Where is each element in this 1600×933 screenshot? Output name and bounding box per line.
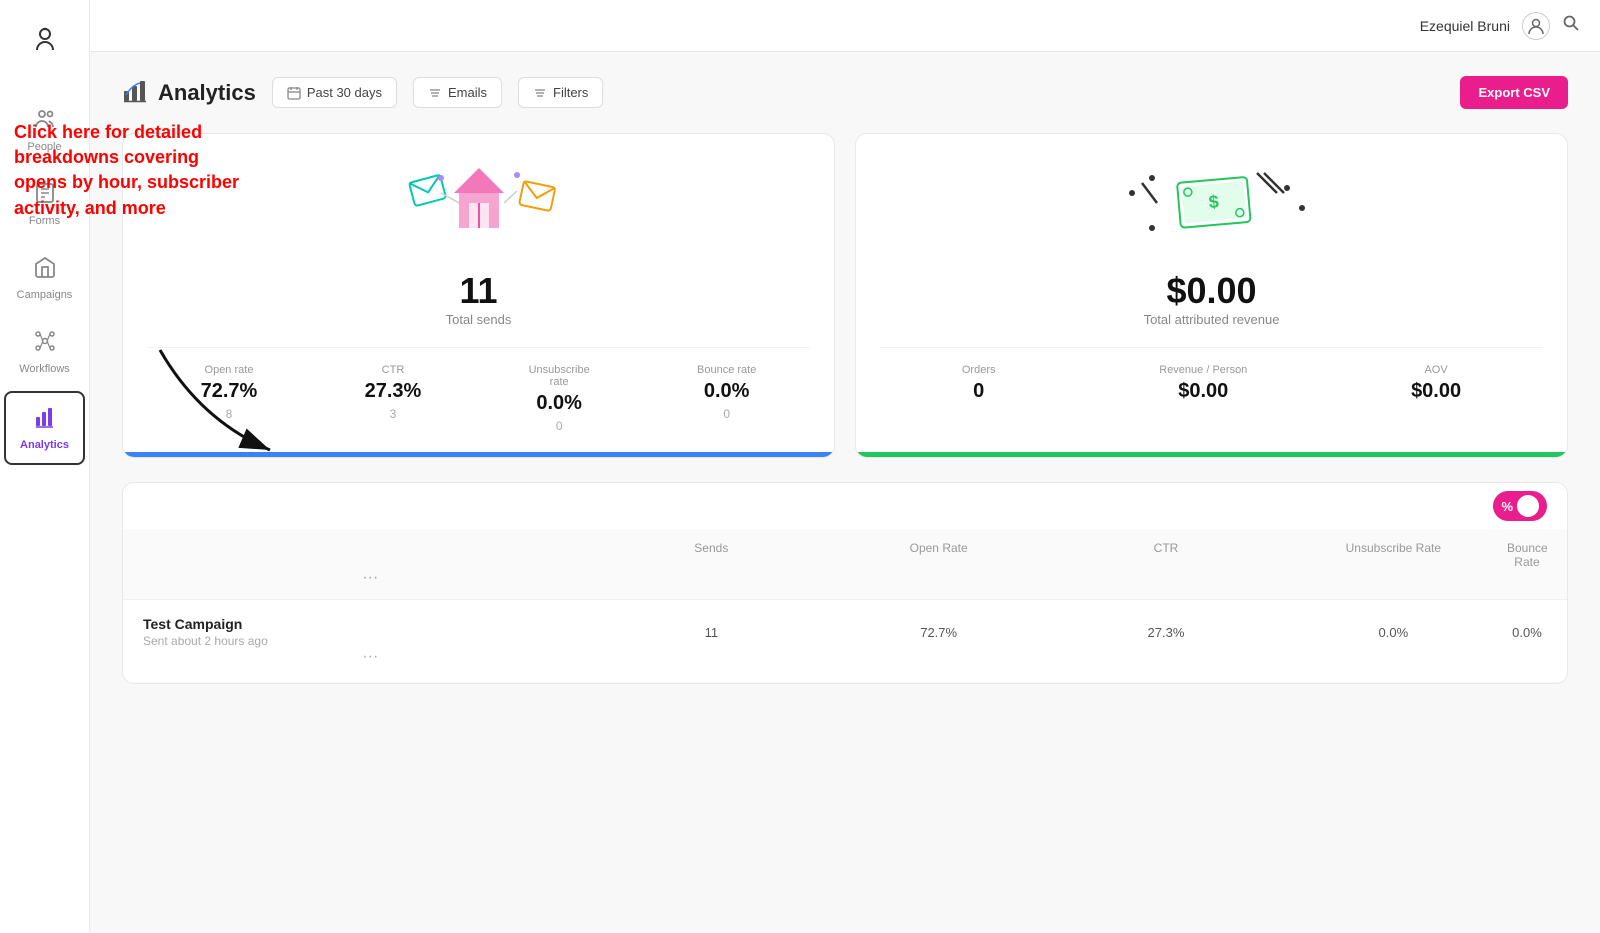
unsub-label: Unsubscriberate: [529, 364, 590, 388]
stat-revenue-per-person: Revenue / Person $0.00: [1159, 364, 1247, 403]
sidebar-item-workflows[interactable]: Workflows: [0, 317, 89, 387]
row-open-rate: 72.7%: [825, 625, 1052, 640]
percentage-toggle[interactable]: %: [1493, 491, 1547, 521]
page-header: Analytics Past 30 days Emails: [122, 76, 1568, 109]
content-area: Analytics Past 30 days Emails: [90, 52, 1600, 933]
row-bounce-rate: 0.0%: [1507, 625, 1547, 640]
svg-text:$: $: [1207, 191, 1219, 212]
date-filter-button[interactable]: Past 30 days: [272, 77, 397, 108]
aov-label: AOV: [1424, 364, 1447, 376]
stat-bounce: Bounce rate 0.0% 0: [697, 364, 756, 433]
people-icon: [33, 107, 57, 137]
sends-illustration: [147, 158, 810, 258]
open-rate-value: 72.7%: [201, 380, 258, 403]
unsub-sub: 0: [556, 419, 563, 433]
ctr-value: 27.3%: [365, 380, 422, 403]
toggle-label: %: [1501, 499, 1513, 514]
unsub-value: 0.0%: [536, 392, 582, 415]
toggle-area: %: [123, 483, 1567, 529]
open-rate-label: Open rate: [205, 364, 254, 376]
toggle-knob: [1517, 495, 1539, 517]
sidebar-logo: [27, 20, 63, 63]
sidebar: People Forms Campaigns: [0, 0, 90, 933]
sidebar-item-people-label: People: [27, 141, 61, 153]
campaign-info: Test Campaign Sent about 2 hours ago: [143, 616, 598, 648]
stat-aov: AOV $0.00: [1411, 364, 1461, 403]
stat-ctr: CTR 27.3% 3: [365, 364, 422, 433]
sends-main-value: 11: [147, 270, 810, 312]
bounce-sub: 0: [723, 407, 730, 421]
emails-filter-label: Emails: [448, 85, 487, 100]
th-name: [143, 541, 598, 569]
campaign-name: Test Campaign: [143, 616, 598, 632]
campaign-sub: Sent about 2 hours ago: [143, 634, 598, 648]
row-ctr: 27.3%: [1052, 625, 1279, 640]
bounce-value: 0.0%: [704, 380, 750, 403]
th-more: ···: [143, 569, 598, 587]
search-icon[interactable]: [1562, 14, 1580, 37]
table-header: Sends Open Rate CTR Unsubscribe Rate Bou…: [123, 529, 1567, 600]
date-filter-label: Past 30 days: [307, 85, 382, 100]
th-open-rate: Open Rate: [825, 541, 1052, 569]
rev-per-person-label: Revenue / Person: [1159, 364, 1247, 376]
rev-per-person-value: $0.00: [1178, 380, 1228, 403]
sidebar-item-forms-label: Forms: [29, 215, 60, 227]
analytics-page-icon: [122, 77, 148, 109]
topbar: Ezequiel Bruni: [90, 0, 1600, 52]
emails-filter-button[interactable]: Emails: [413, 77, 502, 108]
ctr-sub: 3: [390, 407, 397, 421]
revenue-main-value: $0.00: [880, 270, 1543, 312]
revenue-main-label: Total attributed revenue: [880, 312, 1543, 327]
stat-open-rate: Open rate 72.7% 8: [201, 364, 258, 433]
sidebar-item-campaigns[interactable]: Campaigns: [0, 243, 89, 313]
bounce-label: Bounce rate: [697, 364, 756, 376]
orders-value: 0: [973, 380, 984, 403]
th-ctr: CTR: [1052, 541, 1279, 569]
forms-icon: [33, 181, 57, 211]
sidebar-item-analytics[interactable]: Analytics: [4, 391, 85, 465]
page-title-area: Analytics: [122, 77, 256, 109]
export-csv-button[interactable]: Export CSV: [1460, 76, 1568, 109]
revenue-card-bar: [856, 452, 1567, 457]
main-area: Ezequiel Bruni: [90, 0, 1600, 933]
table-row: Test Campaign Sent about 2 hours ago 11 …: [123, 600, 1567, 683]
filters-label: Filters: [553, 85, 588, 100]
analytics-icon: [33, 405, 57, 435]
stat-orders: Orders 0: [962, 364, 996, 403]
orders-label: Orders: [962, 364, 996, 376]
cards-row: 11 Total sends Open rate 72.7% 8 CTR 27.…: [122, 133, 1568, 458]
row-more-menu[interactable]: ···: [143, 648, 598, 666]
sends-card-bar: [123, 452, 834, 457]
campaigns-icon: [33, 255, 57, 285]
sidebar-item-forms[interactable]: Forms: [0, 169, 89, 239]
topbar-avatar: [1522, 12, 1550, 40]
revenue-stats: Orders 0 Revenue / Person $0.00 AOV $0.0…: [880, 347, 1543, 403]
filters-button[interactable]: Filters: [518, 77, 603, 108]
sends-card: 11 Total sends Open rate 72.7% 8 CTR 27.…: [122, 133, 835, 458]
topbar-username: Ezequiel Bruni: [1420, 18, 1510, 34]
workflows-icon: [33, 329, 57, 359]
th-bounce-rate: Bounce Rate: [1507, 541, 1547, 569]
th-sends: Sends: [598, 541, 825, 569]
table-section: % Sends Open Rate CTR Unsubscribe Rate B…: [122, 482, 1568, 684]
revenue-card: $: [855, 133, 1568, 458]
sidebar-item-analytics-label: Analytics: [20, 439, 69, 451]
sidebar-item-workflows-label: Workflows: [19, 363, 70, 375]
th-unsub-rate: Unsubscribe Rate: [1280, 541, 1507, 569]
row-sends: 11: [598, 625, 825, 640]
ctr-label: CTR: [382, 364, 405, 376]
row-unsub-rate: 0.0%: [1280, 625, 1507, 640]
open-rate-sub: 8: [226, 407, 233, 421]
sends-stats: Open rate 72.7% 8 CTR 27.3% 3 Unsubscrib…: [147, 347, 810, 433]
sends-main-label: Total sends: [147, 312, 810, 327]
page-title: Analytics: [158, 80, 256, 106]
aov-value: $0.00: [1411, 380, 1461, 403]
sidebar-item-campaigns-label: Campaigns: [17, 289, 73, 301]
revenue-illustration: $: [880, 158, 1543, 258]
stat-unsub: Unsubscriberate 0.0% 0: [529, 364, 590, 433]
sidebar-item-people[interactable]: People: [0, 95, 89, 165]
